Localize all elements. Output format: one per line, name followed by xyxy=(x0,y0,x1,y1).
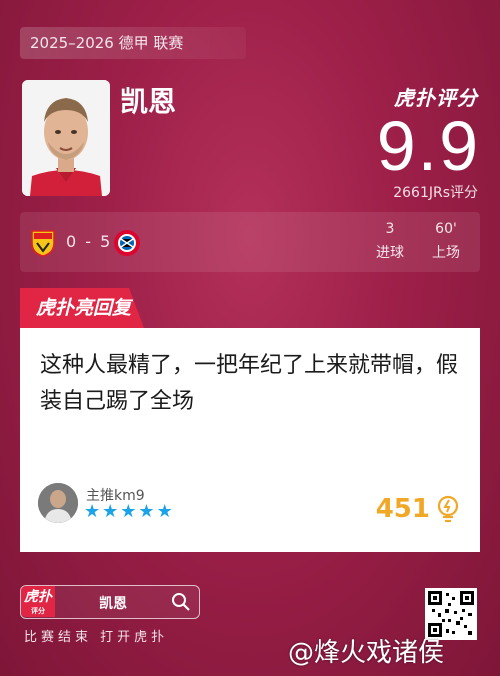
star-icon: ★ xyxy=(84,501,101,522)
star-icon: ★ xyxy=(120,501,137,522)
avatar[interactable] xyxy=(38,483,78,523)
stat-goals: 3 进球 xyxy=(376,221,404,262)
reply-card: 这种人最精了，一把年纪了上来就带帽，假装自己踢了全场 主推km9 ★ ★ ★ ★… xyxy=(20,328,480,552)
player-name: 凯恩 xyxy=(120,85,177,118)
player-portrait-icon xyxy=(22,80,110,196)
search-bar[interactable]: 虎扑 评分 凯恩 xyxy=(20,585,200,619)
reply-text: 这种人最精了，一把年纪了上来就带帽，假装自己踢了全场 xyxy=(40,353,459,414)
star-icon: ★ xyxy=(138,501,155,522)
stat-goals-label: 进球 xyxy=(376,245,404,261)
star-icon: ★ xyxy=(102,501,119,522)
match-summary: 0 - 5 3 进球 60' 上场 xyxy=(20,212,480,272)
season-label: 2025–2026 德甲 联赛 xyxy=(20,27,246,59)
stat-minutes-label: 上场 xyxy=(432,245,460,261)
star-icon: ★ xyxy=(156,501,173,522)
like-count[interactable]: 451 xyxy=(376,494,460,524)
lightbulb-icon xyxy=(437,495,459,523)
highlight-reply-tag: 虎扑亮回复 xyxy=(20,288,144,328)
star-rating: ★ ★ ★ ★ ★ xyxy=(84,502,173,522)
footer-tagline: 比赛结束 打开虎扑 xyxy=(24,630,169,645)
stat-goals-value: 3 xyxy=(385,221,395,237)
player-photo xyxy=(22,80,110,196)
stat-minutes: 60' 上场 xyxy=(432,221,460,262)
player-score: 9.9 xyxy=(376,107,480,185)
hupu-app-logo: 虎扑 评分 xyxy=(21,586,55,617)
stuttgart-badge-icon xyxy=(30,229,56,257)
hupu-app-logo-sub: 评分 xyxy=(31,607,45,615)
watermark: @烽火戏诸侯 xyxy=(288,638,445,668)
stat-minutes-value: 60' xyxy=(435,221,457,237)
search-query[interactable]: 凯恩 xyxy=(99,593,127,613)
search-icon[interactable] xyxy=(171,592,191,612)
bayern-badge-icon xyxy=(113,229,141,257)
match-score: 0 - 5 xyxy=(66,232,113,251)
rating-count: 2661JRs评分 xyxy=(393,185,478,201)
hupu-app-logo-text: 虎扑 xyxy=(24,589,52,605)
like-count-value: 451 xyxy=(375,494,430,524)
